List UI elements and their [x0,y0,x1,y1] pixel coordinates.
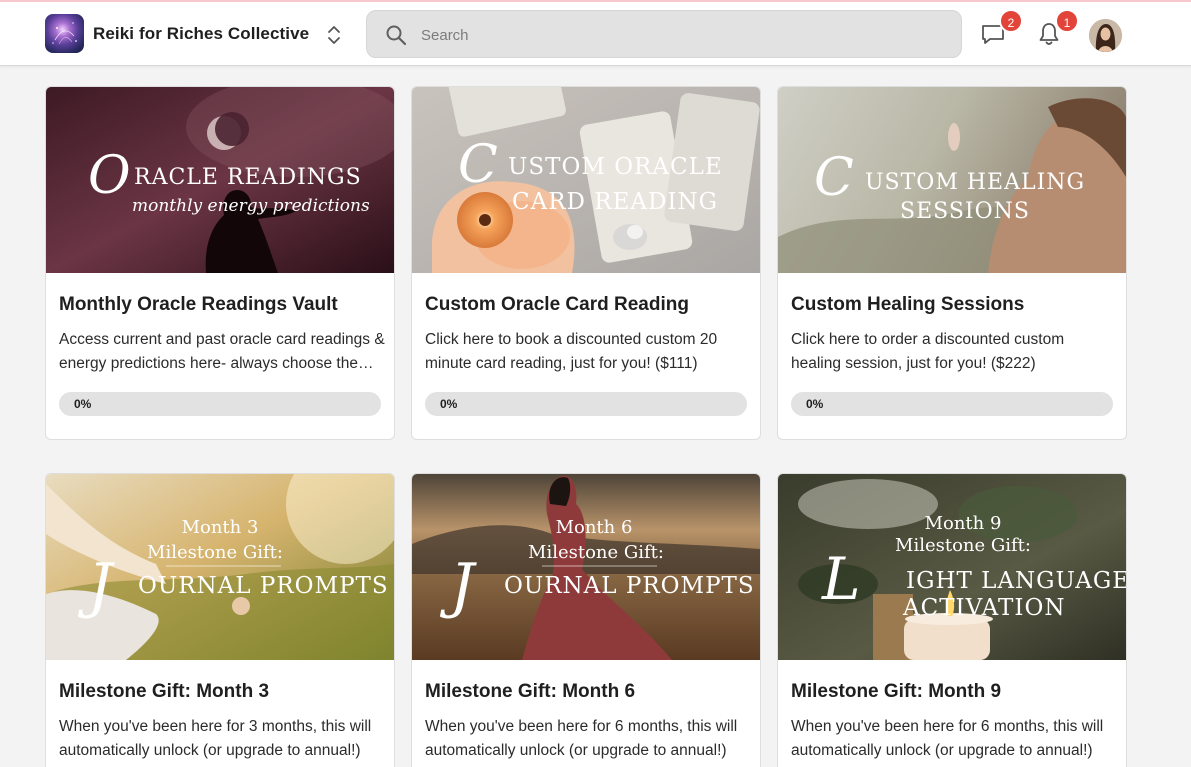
progress-label: 0% [806,397,824,411]
messages-badge: 2 [999,9,1023,33]
progress-label: 0% [74,397,92,411]
course-thumbnail: Month 9 Milestone Gift: L IGHT LANGUAGE … [778,474,1126,660]
image-heading: OURNAL PROMPTS [138,573,389,599]
course-title[interactable]: Custom Healing Sessions [791,294,1024,316]
course-thumbnail: Month 3 Milestone Gift: J OURNAL PROMPTS [46,474,394,660]
course-title[interactable]: Custom Oracle Card Reading [425,294,689,316]
image-heading-2: CARD READING [512,189,718,215]
course-card-milestone-month-3[interactable]: Month 3 Milestone Gift: J OURNAL PROMPTS… [45,473,395,767]
image-initial: J [77,551,115,621]
course-description: When you've been here for 3 months, this… [59,718,372,759]
course-thumbnail: C USTOM ORACLE CARD READING [412,87,760,273]
course-thumbnail: O RACLE READINGS monthly energy predicti… [46,87,394,273]
image-milestone: Milestone Gift: [147,542,283,563]
course-title[interactable]: Monthly Oracle Readings Vault [59,294,338,316]
course-card-custom-oracle[interactable]: C USTOM ORACLE CARD READING Custom Oracl… [411,86,761,440]
course-description: When you've been here for 6 months, this… [791,718,1104,759]
image-initial: L [821,545,861,613]
image-initial: J [439,551,477,621]
progress-bar: 0% [791,392,1113,416]
course-title[interactable]: Milestone Gift: Month 6 [425,681,635,703]
course-description: When you've been here for 6 months, this… [425,718,738,759]
community-logo[interactable] [45,14,84,53]
image-month: Month 6 [556,517,633,538]
course-description: Click here to book a discounted custom 2… [425,331,718,372]
image-heading: RACLE READINGS [134,165,362,190]
top-header: Reiki for Riches Collective 2 1 [0,2,1191,66]
course-card-milestone-month-9[interactable]: Month 9 Milestone Gift: L IGHT LANGUAGE … [777,473,1127,767]
image-heading: USTOM HEALING [865,170,1085,195]
search-icon [386,25,407,46]
course-thumbnail: Month 6 Milestone Gift: J OURNAL PROMPTS [412,474,760,660]
community-name[interactable]: Reiki for Riches Collective [93,24,309,44]
image-month: Month 9 [925,513,1002,534]
search-input[interactable] [421,23,941,47]
switcher-icon[interactable] [324,22,344,48]
progress-bar: 0% [59,392,381,416]
image-heading: OURNAL PROMPTS [504,573,755,599]
image-heading-2: ACTIVATION [902,595,1065,621]
progress-label: 0% [440,397,458,411]
course-title[interactable]: Milestone Gift: Month 3 [59,681,269,703]
course-card-custom-healing[interactable]: C USTOM HEALING SESSIONS Custom Healing … [777,86,1127,440]
image-milestone: Milestone Gift: [528,542,664,563]
course-description: Access current and past oracle card read… [59,331,385,372]
image-initial: O [88,146,131,206]
image-subheading: monthly energy predictions [132,196,370,216]
course-description: Click here to order a discounted custom … [791,331,1065,372]
image-month: Month 3 [182,517,259,538]
image-heading-2: SESSIONS [900,199,1030,224]
search-bar[interactable] [366,10,962,58]
progress-bar: 0% [425,392,747,416]
course-title[interactable]: Milestone Gift: Month 9 [791,681,1001,703]
course-card-oracle-readings[interactable]: O RACLE READINGS monthly energy predicti… [45,86,395,440]
image-heading: IGHT LANGUAGE [906,568,1126,594]
image-milestone: Milestone Gift: [895,535,1031,556]
image-initial: C [458,135,498,195]
notifications-badge: 1 [1055,9,1079,33]
course-thumbnail: C USTOM HEALING SESSIONS [778,87,1126,273]
image-heading: USTOM ORACLE [508,154,723,180]
avatar[interactable] [1089,19,1122,52]
image-initial: C [814,148,854,208]
course-card-milestone-month-6[interactable]: Month 6 Milestone Gift: J OURNAL PROMPTS… [411,473,761,767]
